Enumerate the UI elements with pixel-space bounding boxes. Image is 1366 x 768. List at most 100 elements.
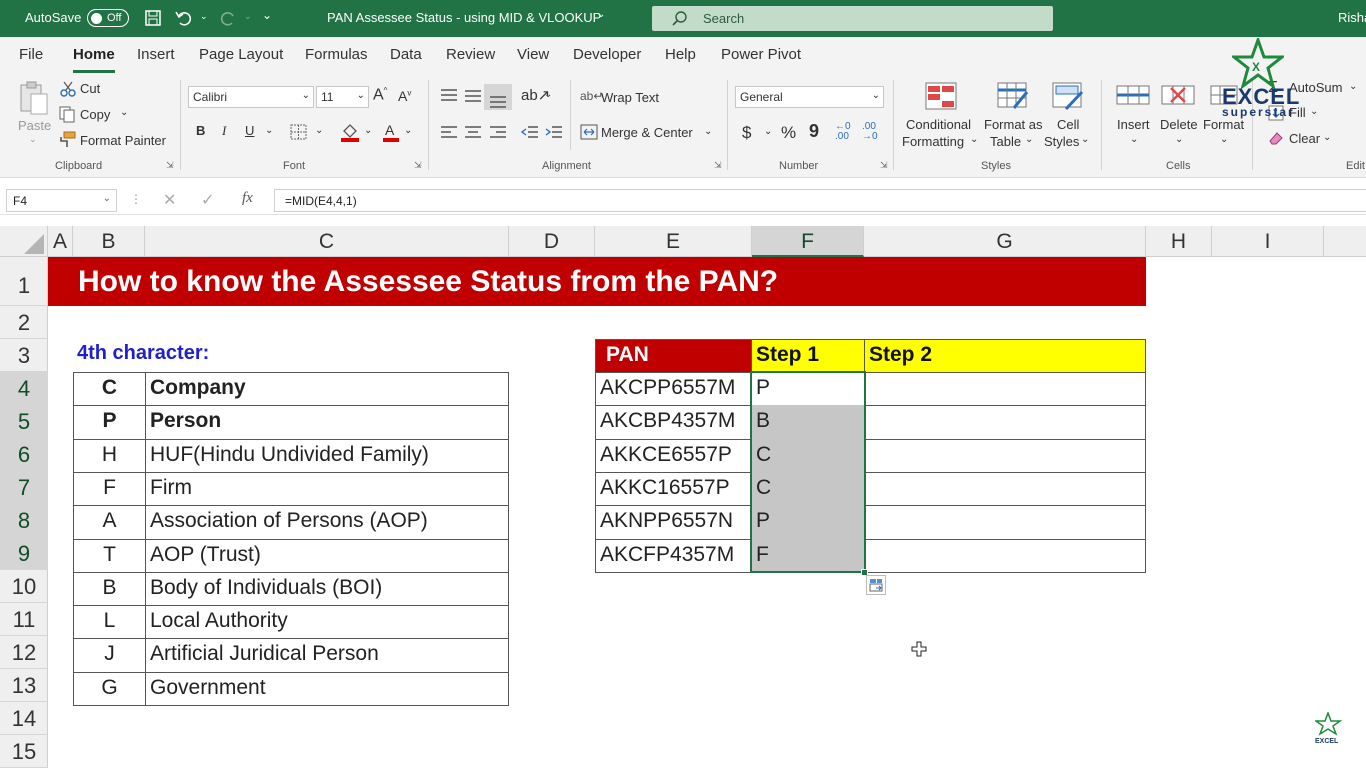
status-code-cell[interactable]: H [73,439,146,473]
column-header-e[interactable]: E [595,226,752,257]
wrap-text-button[interactable]: Wrap Text [601,90,659,105]
step2-header[interactable]: Step 2 [864,339,1146,373]
status-description-cell[interactable]: Local Authority [145,605,509,639]
row-header[interactable]: 15 [0,735,48,768]
pan-header[interactable]: PAN [595,339,752,373]
fill-color-dropdown-icon[interactable]: ⌄ [364,125,372,136]
pan-value-cell[interactable]: AKCFP4357M [595,539,752,573]
column-header-a[interactable]: A [48,226,73,257]
tab-view[interactable]: View [517,46,549,63]
font-color-dropdown-icon[interactable]: ⌄ [404,125,412,136]
tab-help[interactable]: Help [665,46,696,63]
name-box-dropdown-icon[interactable]: ⌄ [103,193,111,204]
status-code-cell[interactable]: B [73,572,146,606]
save-icon[interactable] [144,9,162,27]
row-header[interactable]: 4 [0,372,48,405]
sheet-title-banner[interactable]: How to know the Assessee Status from the… [48,257,1146,306]
autosave-toggle[interactable]: Off [87,9,129,27]
formula-input[interactable]: =MID(E4,4,1) [274,189,1366,212]
status-description-cell[interactable]: Body of Individuals (BOI) [145,572,509,606]
conditional-formatting-icon[interactable] [925,82,957,110]
italic-button[interactable]: I [222,123,226,139]
number-format-combo[interactable]: General ⌄ [735,86,884,108]
row-header[interactable]: 13 [0,669,48,702]
status-description-cell[interactable]: AOP (Trust) [145,539,509,573]
pan-value-cell[interactable]: AKCPP6557M [595,372,752,406]
format-as-table-icon[interactable] [997,82,1029,110]
number-launcher-icon[interactable]: ⇲ [880,160,888,171]
fourth-character-label[interactable]: 4th character: [77,342,209,365]
column-header-g[interactable]: G [864,226,1146,257]
status-code-cell[interactable]: A [73,505,146,540]
pan-value-cell[interactable]: AKKCE6557P [595,439,752,473]
copy-button[interactable]: Copy [80,107,110,122]
status-description-cell[interactable]: Association of Persons (AOP) [145,505,509,540]
row-header[interactable]: 3 [0,339,48,372]
redo-icon[interactable] [218,9,238,27]
increase-font-icon[interactable]: A^ [373,86,387,104]
row-header[interactable]: 11 [0,603,48,636]
format-painter-icon[interactable] [58,131,76,148]
column-header-i[interactable]: I [1212,226,1324,257]
row-header[interactable]: 6 [0,438,48,471]
row-header[interactable]: 14 [0,702,48,735]
select-all-button[interactable] [0,226,48,257]
paste-dropdown-icon[interactable]: ⌄ [29,134,37,145]
column-header-b[interactable]: B [73,226,145,257]
row-header[interactable]: 5 [0,405,48,438]
column-header-h[interactable]: H [1146,226,1212,257]
row-header[interactable]: 12 [0,636,48,669]
align-middle-icon[interactable] [464,88,482,102]
name-box[interactable]: F4 ⌄ [6,189,117,212]
status-code-cell[interactable]: F [73,472,146,506]
status-code-cell[interactable]: C [73,372,146,406]
format-button[interactable]: Format [1203,117,1244,132]
cell-styles-dropdown-icon[interactable]: ⌄ [1081,134,1089,145]
document-title[interactable]: PAN Assessee Status - using MID & VLOOKU… [327,10,601,25]
font-launcher-icon[interactable]: ⇲ [414,160,422,171]
decrease-decimal-icon[interactable]: .00 →0 [862,122,878,142]
currency-dropdown-icon[interactable]: ⌄ [764,126,772,137]
increase-decimal-icon[interactable]: ←0.00 [835,122,851,142]
enter-icon[interactable]: ✓ [201,190,214,210]
insert-dropdown-icon[interactable]: ⌄ [1130,134,1138,145]
delete-button[interactable]: Delete [1160,117,1198,132]
increase-indent-icon[interactable] [545,125,563,139]
merge-dropdown-icon[interactable]: ⌄ [704,126,712,137]
row-header[interactable]: 2 [0,306,48,339]
tab-review[interactable]: Review [446,46,495,63]
comma-style-button[interactable]: 9 [809,121,819,142]
eraser-icon[interactable] [1268,130,1284,146]
step2-cell[interactable] [864,372,1146,406]
tab-file[interactable]: File [19,46,43,63]
delete-cells-icon[interactable] [1161,82,1197,110]
pan-value-cell[interactable]: AKCBP4357M [595,405,752,440]
copy-dropdown-icon[interactable]: ⌄ [120,107,128,118]
status-description-cell[interactable]: Artificial Juridical Person [145,638,509,673]
user-name[interactable]: Risha [1338,10,1366,25]
quick-analysis-button[interactable] [866,575,886,595]
autosum-dropdown-icon[interactable]: ⌄ [1349,81,1357,92]
pan-value-cell[interactable]: AKNPP6557N [595,505,752,540]
align-center-icon[interactable] [464,125,482,139]
decrease-font-icon[interactable]: Av [398,88,411,104]
step2-cell[interactable] [864,405,1146,440]
font-name-combo[interactable]: Calibri ⌄ [188,86,314,108]
tab-power-pivot[interactable]: Power Pivot [721,46,801,63]
fill-color-icon[interactable] [340,122,360,142]
status-description-cell[interactable]: Government [145,672,509,706]
cell-styles-icon[interactable] [1052,82,1084,110]
undo-dropdown-icon[interactable]: ⌄ [200,11,208,22]
tab-home[interactable]: Home [73,46,115,63]
conditional-formatting-line1[interactable]: Conditional [906,117,971,132]
paste-label[interactable]: Paste [18,118,51,133]
cut-icon[interactable] [60,81,76,97]
cancel-icon[interactable]: ✕ [163,190,176,210]
copy-icon[interactable] [58,106,76,123]
pan-value-cell[interactable]: AKKC16557P [595,472,752,506]
customize-qat-icon[interactable]: ⌄ [262,8,272,22]
column-header-d[interactable]: D [509,226,595,257]
merge-center-icon[interactable] [580,124,598,140]
row-header[interactable]: 10 [0,570,48,603]
alignment-launcher-icon[interactable]: ⇲ [714,160,722,171]
